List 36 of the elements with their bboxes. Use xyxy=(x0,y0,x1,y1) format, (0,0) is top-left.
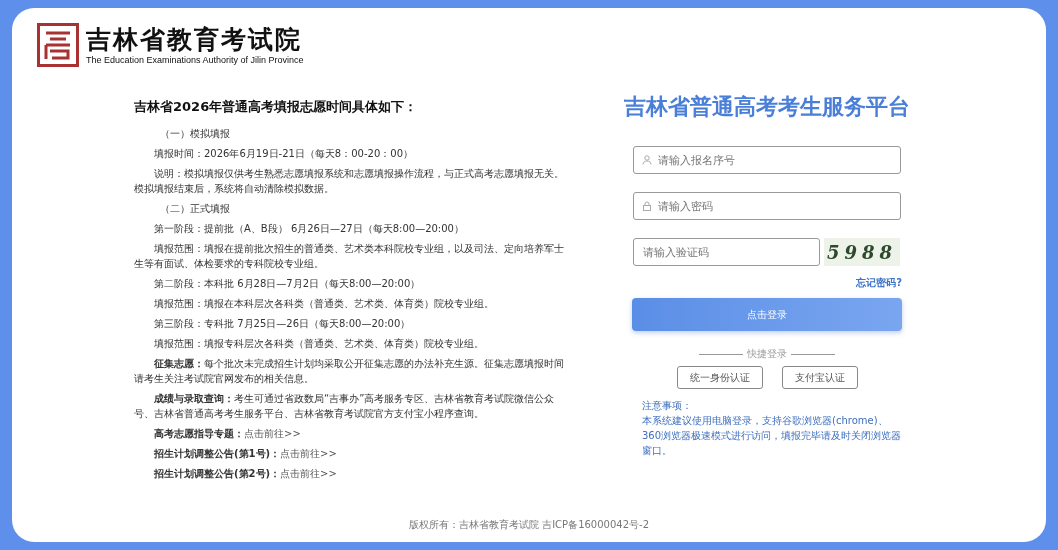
notice-paragraph: 第三阶段：专科批 7月25日—26日（每天8:00—20:00） xyxy=(153,317,412,331)
quick-login-label: 快捷登录 xyxy=(747,347,787,361)
notice-paragraph: 填报范围：填报专科层次各科类（普通类、艺术类、体育类）院校专业组。 xyxy=(153,337,485,351)
go-link[interactable]: 点击前往>> xyxy=(280,448,337,459)
logo-icon xyxy=(36,22,80,68)
forgot-password-link[interactable]: 忘记密码? xyxy=(856,276,902,290)
platform-title: 吉林省普通高考考生服务平台 xyxy=(624,93,910,121)
auth-button[interactable]: 统一身份认证 xyxy=(676,366,763,389)
notice-title: 吉林省2026年普通高考填报志愿时间具体如下： xyxy=(134,98,419,116)
notice-paragraph: 说明：模拟填报仅供考生熟悉志愿填报系统和志愿填报操作流程，与正式高考志愿填报无关。模拟填报结束后，系统将自动清除模拟数据。 xyxy=(134,167,564,196)
captcha-image[interactable]: 5988 xyxy=(824,238,900,266)
auth-button[interactable]: 支付宝认证 xyxy=(781,366,858,389)
logo-title: 吉林省教育考试院 xyxy=(86,25,303,55)
input-field[interactable]: 请输入密码 xyxy=(633,192,901,220)
section-heading: （一）模拟填报 xyxy=(159,127,231,141)
notes-text: 本系统建议使用电脑登录，支持谷歌浏览器(chrome)、360浏览器极速模式进行访问，填报完毕请及时关闭浏览器窗口。 xyxy=(642,414,903,458)
notice-paragraph: 填报范围：填报在提前批次招生的普通类、艺术类本科院校专业组，以及司法、定向培养军士生等有面试、体检要求的专科院校专业组。 xyxy=(134,242,564,271)
notes-title: 注意事项： xyxy=(642,399,693,413)
link-label: 招生计划调整公告(第2号)： xyxy=(154,468,281,479)
notice-paragraph: 填报时间：2026年6月19日-21日（每天8：00-20：00） xyxy=(153,147,414,161)
link-label: 招生计划调整公告(第1号)： xyxy=(154,448,281,459)
input-field[interactable]: 请输入报名序号 xyxy=(633,146,901,174)
go-link[interactable]: 点击前往>> xyxy=(280,468,337,479)
copyright-text: 版权所有：吉林省教育考试院 吉ICP备16000042号-2 xyxy=(409,519,649,530)
notice-paragraph: 第一阶段：提前批（A、B段） 6月26日—27日（每天8:00—20:00） xyxy=(153,222,465,236)
lock-icon xyxy=(642,201,652,211)
link-label: 高考志愿指导专题： xyxy=(154,428,244,439)
go-link[interactable]: 点击前往>> xyxy=(244,428,301,439)
notice-paragraph: 征集志愿：每个批次未完成招生计划均采取公开征集志愿的办法补充生源。征集志愿填报时间请考生关注考试院官网发布的相关信息。 xyxy=(134,357,564,386)
notice-paragraph: 成绩与录取查询：考生可通过省政数局“吉事办”高考服务专区、吉林省教育考试院微信公众号、吉林省普通高考考生服务平台、吉林省教育考试院官方支付宝小程序查询。 xyxy=(134,392,556,421)
logo-subtitle: The Education Examinations Authority of Jilin Province xyxy=(86,55,304,65)
section-heading: （二）正式填报 xyxy=(159,202,231,216)
notice-paragraph: 第二阶段：本科批 6月28日—7月2日（每天8:00—20:00） xyxy=(153,277,422,291)
user-icon xyxy=(642,155,652,165)
notice-paragraph: 填报范围：填报在本科层次各科类（普通类、艺术类、体育类）院校专业组。 xyxy=(153,297,495,311)
captcha-field[interactable]: 请输入验证码 xyxy=(633,238,820,266)
